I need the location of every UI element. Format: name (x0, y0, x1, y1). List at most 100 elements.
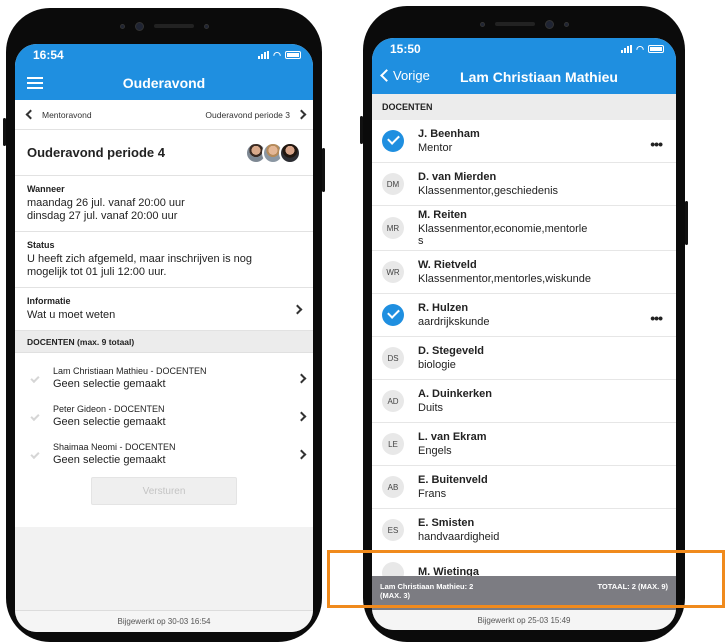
nav-bar: Ouderavond (15, 66, 313, 100)
teacher-row-van-mierden[interactable]: DM D. van Mierden Klassenmentor,geschied… (372, 163, 676, 206)
initials-badge: LE (382, 433, 404, 455)
event-header: Ouderavond periode 4 (15, 130, 313, 176)
chevron-left-icon (25, 109, 36, 120)
status-icons: ◠ (258, 50, 301, 61)
teacher-row-stegeveld[interactable]: DS D. Stegeveld biologie (372, 337, 676, 380)
teacher-role: Duits (418, 402, 444, 414)
power-button (685, 201, 688, 245)
information-value: Wat u moet weten (27, 309, 116, 321)
period-switcher: Mentoravond Ouderavond periode 3 (15, 100, 313, 130)
docenten-header: DOCENTEN (max. 9 totaal) (15, 331, 313, 353)
back-button[interactable]: Vorige (378, 68, 430, 83)
teacher-name: D. Stegeveld (418, 345, 485, 357)
wifi-icon: ◠ (636, 43, 644, 54)
teacher-name: R. Hulzen (418, 302, 469, 314)
checkmark-selected-icon[interactable] (382, 130, 404, 152)
check-icon (30, 449, 40, 459)
teacher-name: Lam Christiaan Mathieu - DOCENTEN (53, 366, 207, 376)
teacher-selection: Geen selectie gemaakt (53, 378, 166, 390)
teacher-list: J. Beenham Mentor ••• DM D. van Mierden … (372, 120, 676, 595)
teacher-name: Shaimaa Neomi - DOCENTEN (53, 442, 176, 452)
power-button (322, 148, 325, 192)
initials-badge: WR (382, 261, 404, 283)
status-time: 15:50 (390, 42, 421, 56)
initials-badge: DS (382, 347, 404, 369)
screen-left: 16:54 ◠ Ouderavond Mentoravond Ouderavon… (15, 44, 313, 632)
teacher-name: M. Reiten (418, 209, 467, 221)
send-area: Versturen (15, 473, 313, 527)
status-line-2: mogelijk tot 01 juli 12:00 uur. (27, 266, 167, 278)
battery-icon (285, 51, 301, 59)
send-button[interactable]: Versturen (91, 477, 237, 505)
initials-badge: ES (382, 519, 404, 541)
teacher-row-rietveld[interactable]: WR W. Rietveld Klassenmentor,mentorles,w… (372, 251, 676, 294)
list-item[interactable]: Peter Gideon - DOCENTEN Geen selectie ge… (15, 397, 313, 435)
menu-icon[interactable] (27, 77, 43, 89)
chevron-right-icon (296, 373, 307, 383)
nav-bar: Vorige Lam Christiaan Mathieu (372, 60, 676, 94)
teacher-row-reiten[interactable]: MR M. Reiten Klassenmentor,economie,ment… (372, 206, 676, 251)
teacher-row-buitenveld[interactable]: AB E. Buitenveld Frans (372, 466, 676, 509)
nav-title: Ouderavond (122, 75, 206, 91)
section-header: DOCENTEN (372, 94, 676, 120)
screen-right: 15:50 ◠ Vorige Lam Christiaan Mathieu DO… (372, 38, 676, 630)
chevron-right-icon (296, 411, 307, 421)
teacher-avatars (245, 141, 301, 164)
phone-notch (6, 8, 322, 44)
chevron-left-icon (380, 69, 393, 82)
checkmark-selected-icon[interactable] (382, 304, 404, 326)
list-item[interactable]: Lam Christiaan Mathieu - DOCENTEN Geen s… (15, 359, 313, 397)
teacher-name: A. Duinkerken (418, 388, 492, 400)
when-line-2: dinsdag 27 jul. vanaf 20:00 uur (27, 210, 178, 222)
updated-timestamp: Bijgewerkt op 25-03 15:49 (372, 610, 676, 630)
status-icons: ◠ (621, 44, 664, 55)
phone-right: 15:50 ◠ Vorige Lam Christiaan Mathieu DO… (360, 6, 688, 642)
teacher-row-hulzen[interactable]: R. Hulzen aardrijkskunde ••• (372, 294, 676, 337)
initials-badge: DM (382, 173, 404, 195)
when-label: Wanneer (27, 184, 65, 194)
teacher-row-beenham[interactable]: J. Beenham Mentor ••• (372, 120, 676, 163)
teacher-row-duinkerken[interactable]: AD A. Duinkerken Duits (372, 380, 676, 423)
status-line-1: U heeft zich afgemeld, maar inschrijven … (27, 253, 252, 265)
teacher-role: Frans (418, 488, 447, 500)
teacher-name: L. van Ekram (418, 431, 487, 443)
list-item[interactable]: Shaimaa Neomi - DOCENTEN Geen selectie g… (15, 435, 313, 473)
status-label: Status (27, 240, 55, 250)
more-options-icon[interactable]: ••• (650, 136, 663, 152)
teacher-name: E. Buitenveld (418, 474, 488, 486)
phone-left: 16:54 ◠ Ouderavond Mentoravond Ouderavon… (3, 8, 325, 642)
teacher-row-smisten[interactable]: ES E. Smisten handvaardigheid (372, 509, 676, 552)
teacher-role: Klassenmentor,geschiedenis (418, 185, 559, 197)
volume-button (3, 118, 6, 146)
battery-icon (648, 45, 664, 53)
status-bar: 16:54 ◠ (15, 44, 313, 66)
canvas: 16:54 ◠ Ouderavond Mentoravond Ouderavon… (0, 0, 726, 642)
previous-period-label: Mentoravond (42, 109, 92, 120)
when-section: Wanneer maandag 26 jul. vanaf 20:00 uur … (15, 176, 313, 232)
status-time: 16:54 (33, 48, 64, 62)
information-label: Informatie (27, 296, 71, 306)
check-icon (30, 411, 40, 421)
top-bar: 15:50 ◠ Vorige Lam Christiaan Mathieu (372, 38, 676, 94)
teacher-name: J. Beenham (418, 128, 480, 140)
more-options-icon[interactable]: ••• (650, 310, 663, 326)
teacher-name: E. Smisten (418, 517, 475, 529)
chevron-right-icon (292, 304, 303, 314)
next-period-link[interactable]: Ouderavond periode 3 (205, 110, 307, 120)
teacher-role: Klassenmentor,economie,mentorle (418, 223, 588, 235)
teacher-row-van-ekram[interactable]: LE L. van Ekram Engels (372, 423, 676, 466)
previous-period-link[interactable]: Mentoravond (25, 109, 92, 120)
initials-badge: AD (382, 390, 404, 412)
teacher-role: handvaardigheid (418, 531, 500, 543)
docenten-list: Lam Christiaan Mathieu - DOCENTEN Geen s… (15, 353, 313, 473)
teacher-name: D. van Mierden (418, 171, 497, 183)
teacher-role: Mentor (418, 142, 453, 154)
teacher-role-continued: s (418, 235, 424, 247)
highlight-box (327, 550, 725, 608)
teacher-selection: Geen selectie gemaakt (53, 454, 166, 466)
teacher-name: Peter Gideon - DOCENTEN (53, 404, 165, 414)
check-icon (30, 373, 40, 383)
when-line-1: maandag 26 jul. vanaf 20:00 uur (27, 197, 185, 209)
information-row[interactable]: Informatie Wat u moet weten (15, 288, 313, 331)
back-label: Vorige (393, 68, 430, 83)
